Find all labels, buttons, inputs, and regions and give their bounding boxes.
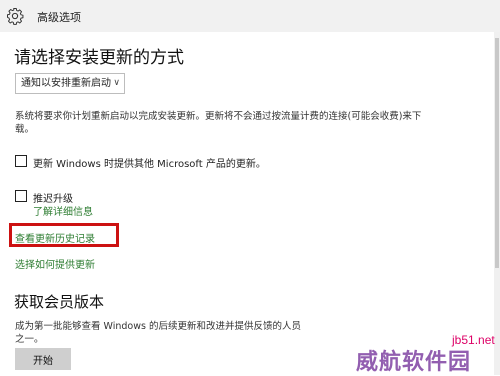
window-title: 高级选项 — [37, 11, 81, 24]
update-method-heading: 请选择安装更新的方式 — [14, 48, 184, 68]
chevron-down-icon: ∨ — [113, 78, 120, 88]
gear-icon — [7, 8, 24, 25]
highlight-box — [9, 223, 119, 247]
install-method-select[interactable]: 通知以安排重新启动 ∨ — [15, 73, 125, 94]
learn-more-link[interactable]: 了解详细信息 — [33, 203, 93, 218]
start-button[interactable]: 开始 — [15, 348, 71, 370]
scrollbar[interactable] — [494, 32, 500, 375]
install-method-value: 通知以安排重新启动 — [21, 78, 111, 89]
defer-upgrades-checkbox[interactable] — [15, 190, 27, 202]
insider-heading: 获取会员版本 — [14, 293, 105, 311]
scrollbar-thumb[interactable] — [495, 38, 499, 268]
insider-description: 成为第一批能够查看 Windows 的后续更新和改进并提供反馈的人员之一。 — [15, 321, 301, 345]
watermark-overlay: 威航软件园 — [356, 349, 472, 375]
other-products-checkbox[interactable] — [15, 155, 27, 167]
update-method-description: 系统将要求你计划重新启动以完成安装更新。更新将不会通过按流量计费的连接(可能会收… — [15, 111, 422, 135]
title-bar: 高级选项 — [0, 0, 500, 32]
choose-delivery-link[interactable]: 选择如何提供更新 — [15, 256, 95, 271]
other-products-label[interactable]: 更新 Windows 时提供其他 Microsoft 产品的更新。 — [33, 155, 266, 170]
